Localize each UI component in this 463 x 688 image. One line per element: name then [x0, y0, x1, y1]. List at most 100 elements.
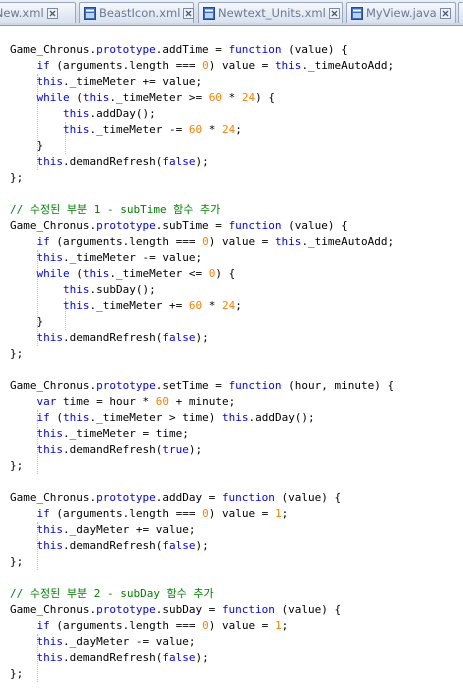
code-line[interactable]: this.demandRefresh(true); — [10, 442, 394, 458]
code-token: (arguments.length === — [49, 59, 203, 72]
xml-file-icon — [84, 6, 96, 20]
code-line[interactable]: this._dayMeter -= value; — [10, 634, 394, 650]
keyword-token: function — [221, 603, 275, 616]
code-token: .setTime = — [155, 379, 229, 392]
code-line[interactable]: Game_Chronus.prototype.setTime = functio… — [10, 378, 394, 394]
code-line[interactable]: this.demandRefresh(false); — [10, 154, 394, 170]
code-token: ; — [281, 507, 289, 520]
tab-newtext-units-xml[interactable]: Newtext_Units.xml — [198, 2, 343, 23]
close-icon[interactable] — [439, 7, 451, 19]
tab-beasticon-xml[interactable]: BeastIcon.xml — [79, 2, 195, 23]
code-token: .addDay(); — [248, 411, 315, 424]
code-editor[interactable]: Game_Chronus.prototype.addTime = functio… — [0, 26, 463, 688]
code-line[interactable]: if (arguments.length === 0) value = this… — [10, 234, 395, 250]
code-line[interactable]: // 수정된 부분 2 - subDay 함수 추가 — [10, 586, 394, 602]
code-line[interactable]: if (arguments.length === 0) value = 1; — [10, 618, 394, 634]
code-token: ( — [69, 91, 83, 104]
code-token: (arguments.length === — [49, 235, 203, 248]
code-token: ) value = — [208, 59, 275, 72]
code-token: .subDay(); — [89, 283, 156, 296]
keyword-token: this — [82, 267, 110, 280]
code-line[interactable]: this._timeMeter = time; — [10, 426, 394, 442]
code-line[interactable] — [10, 570, 394, 586]
keyword-token: this — [36, 635, 64, 648]
code-token: * — [202, 123, 222, 136]
code-line[interactable]: if (arguments.length === 0) value = this… — [10, 58, 395, 74]
code-line[interactable]: }; — [10, 666, 394, 682]
code-text-area[interactable]: Game_Chronus.prototype.addTime = functio… — [10, 42, 394, 682]
tab-label: BeastIcon.xml — [99, 6, 181, 20]
code-line[interactable]: this._timeMeter += 60 * 24; — [10, 298, 394, 314]
code-token: (value) { — [274, 603, 342, 616]
code-line[interactable] — [10, 362, 394, 378]
number-token: 60 — [208, 91, 222, 104]
code-line[interactable] — [10, 186, 394, 202]
keyword-token: if — [36, 235, 50, 248]
comment-token: // 수정된 부분 1 - subTime 함수 추가 — [10, 203, 221, 216]
code-line[interactable]: var time = hour * 60 + minute; — [10, 394, 394, 410]
keyword-token: false — [162, 331, 196, 344]
code-line[interactable]: while (this._timeMeter >= 60 * 24) { — [10, 90, 394, 106]
number-token: 24 — [221, 123, 236, 136]
code-token: .subDay = — [155, 603, 222, 616]
close-icon[interactable] — [183, 7, 195, 19]
keyword-token: if — [36, 619, 50, 632]
comment-token: // 수정된 부분 2 - subDay 함수 추가 — [10, 587, 214, 600]
code-line[interactable]: }; — [10, 554, 394, 570]
tab-new-xml[interactable]: _New.xml — [0, 2, 76, 23]
code-line[interactable]: this.demandRefresh(false); — [10, 538, 394, 554]
code-token: .addDay = — [155, 491, 222, 504]
code-token: * — [202, 299, 222, 312]
code-line[interactable]: Game_Chronus.prototype.addTime = functio… — [10, 42, 394, 58]
code-token: ) { — [215, 267, 236, 280]
code-line[interactable]: Game_Chronus.prototype.addDay = function… — [10, 490, 394, 506]
code-token: ._timeAutoAdd; — [301, 59, 395, 72]
code-token: ); — [195, 539, 209, 552]
code-line[interactable]: this.addDay(); — [10, 106, 394, 122]
code-line[interactable]: while (this._timeMeter <= 0) { — [10, 266, 394, 282]
code-line[interactable]: this.demandRefresh(false); — [10, 650, 394, 666]
code-token: } — [10, 139, 44, 152]
code-line[interactable]: // 수정된 부분 1 - subTime 함수 추가 — [10, 202, 394, 218]
code-line[interactable]: } — [10, 138, 394, 154]
code-line[interactable]: if (this._timeMeter > time) this.addDay(… — [10, 410, 394, 426]
keyword-token: this — [274, 59, 302, 72]
code-line[interactable]: this._timeMeter += value; — [10, 74, 394, 90]
code-line[interactable]: this._dayMeter += value; — [10, 522, 394, 538]
code-line[interactable]: Game_Chronus.prototype.subDay = function… — [10, 602, 394, 618]
tab-myview-java[interactable]: MyView.java — [346, 2, 456, 23]
tab-overflow-edge[interactable] — [458, 2, 463, 23]
keyword-token: prototype — [96, 379, 156, 392]
code-line[interactable]: }; — [10, 458, 394, 474]
keyword-token: this — [36, 251, 64, 264]
code-token: ; — [235, 299, 242, 312]
code-line[interactable]: if (arguments.length === 0) value = 1; — [10, 506, 394, 522]
code-line[interactable]: this._timeMeter -= 60 * 24; — [10, 122, 394, 138]
code-line[interactable]: this.subDay(); — [10, 282, 394, 298]
close-icon[interactable] — [328, 7, 340, 19]
code-line[interactable]: }; — [10, 170, 394, 186]
code-token: ); — [188, 443, 203, 456]
keyword-token: if — [36, 59, 50, 72]
keyword-token: this — [36, 651, 64, 664]
keyword-token: function — [221, 491, 275, 504]
number-token: 0 — [202, 619, 209, 632]
number-token: 1 — [274, 619, 282, 632]
code-line[interactable] — [10, 474, 394, 490]
code-line[interactable]: Game_Chronus.prototype.subTime = functio… — [10, 218, 394, 234]
keyword-token: this — [36, 443, 64, 456]
code-line[interactable]: this.demandRefresh(false); — [10, 330, 394, 346]
code-line[interactable]: this._timeMeter -= value; — [10, 250, 394, 266]
code-line[interactable]: }; — [10, 346, 394, 362]
keyword-token: this — [36, 155, 64, 168]
code-line[interactable]: } — [10, 314, 394, 330]
code-token: Game_Chronus. — [10, 379, 97, 392]
code-token: ._timeMeter -= value; — [63, 251, 203, 264]
close-icon[interactable] — [46, 7, 58, 19]
code-token: .demandRefresh( — [63, 651, 163, 664]
